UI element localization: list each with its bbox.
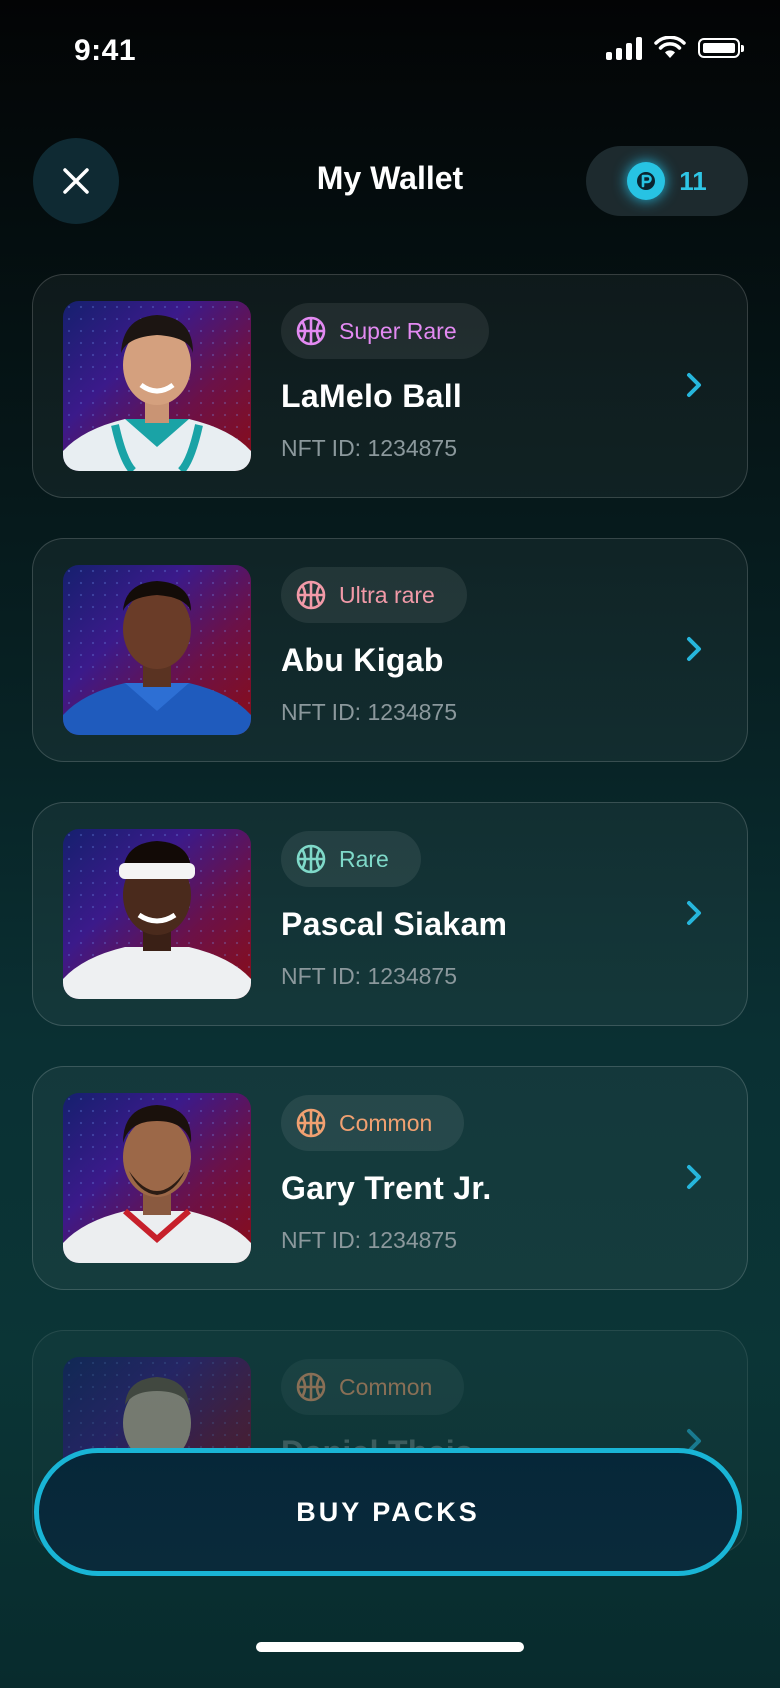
rarity-label: Common (339, 1373, 433, 1400)
points-value: 11 (679, 165, 707, 196)
buy-packs-button[interactable]: BUY PACKS (34, 1448, 742, 1576)
status-bar: 9:41 (0, 0, 780, 100)
rarity-badge: Rare (281, 831, 421, 887)
points-coin-icon (627, 162, 666, 200)
basketball-icon (296, 316, 326, 346)
nft-card[interactable]: Ultra rare Abu Kigab NFT ID: 1234875 (32, 538, 748, 762)
player-photo (63, 1093, 251, 1263)
nft-id: NFT ID: 1234875 (281, 1227, 458, 1253)
nft-id: NFT ID: 1234875 (281, 699, 458, 725)
rarity-label: Ultra rare (339, 581, 435, 608)
player-photo (63, 301, 251, 471)
battery-icon (698, 38, 744, 58)
chevron-right-icon (687, 373, 701, 397)
rarity-badge: Super Rare (281, 303, 489, 359)
player-name: Pascal Siakam (281, 906, 508, 942)
wifi-icon (654, 36, 686, 58)
nft-card[interactable]: Common Gary Trent Jr. NFT ID: 1234875 (32, 1066, 748, 1290)
home-indicator[interactable] (256, 1642, 524, 1652)
chevron-right-icon (687, 637, 701, 661)
points-badge[interactable]: 11 (586, 146, 748, 216)
nft-id: NFT ID: 1234875 (281, 435, 458, 461)
chevron-right-icon (687, 1165, 701, 1189)
basketball-icon (296, 1372, 326, 1402)
rarity-label: Super Rare (339, 317, 457, 344)
rarity-badge: Common (281, 1095, 465, 1151)
basketball-icon (296, 844, 326, 874)
basketball-icon (296, 580, 326, 610)
status-time: 9:41 (74, 34, 137, 67)
player-name: LaMelo Ball (281, 378, 463, 414)
basketball-icon (296, 1108, 326, 1138)
player-photo (63, 829, 251, 999)
player-name: Gary Trent Jr. (281, 1170, 492, 1206)
status-icons (606, 36, 744, 60)
rarity-label: Rare (339, 845, 389, 872)
player-name: Abu Kigab (281, 642, 444, 678)
signal-icon (606, 36, 642, 60)
player-photo (63, 565, 251, 735)
rarity-badge: Common (281, 1359, 465, 1415)
nft-card[interactable]: Super Rare LaMelo Ball NFT ID: 1234875 (32, 274, 748, 498)
rarity-label: Common (339, 1109, 433, 1136)
rarity-badge: Ultra rare (281, 567, 467, 623)
chevron-right-icon (687, 901, 701, 925)
nft-card[interactable]: Rare Pascal Siakam NFT ID: 1234875 (32, 802, 748, 1026)
nft-id: NFT ID: 1234875 (281, 963, 458, 989)
